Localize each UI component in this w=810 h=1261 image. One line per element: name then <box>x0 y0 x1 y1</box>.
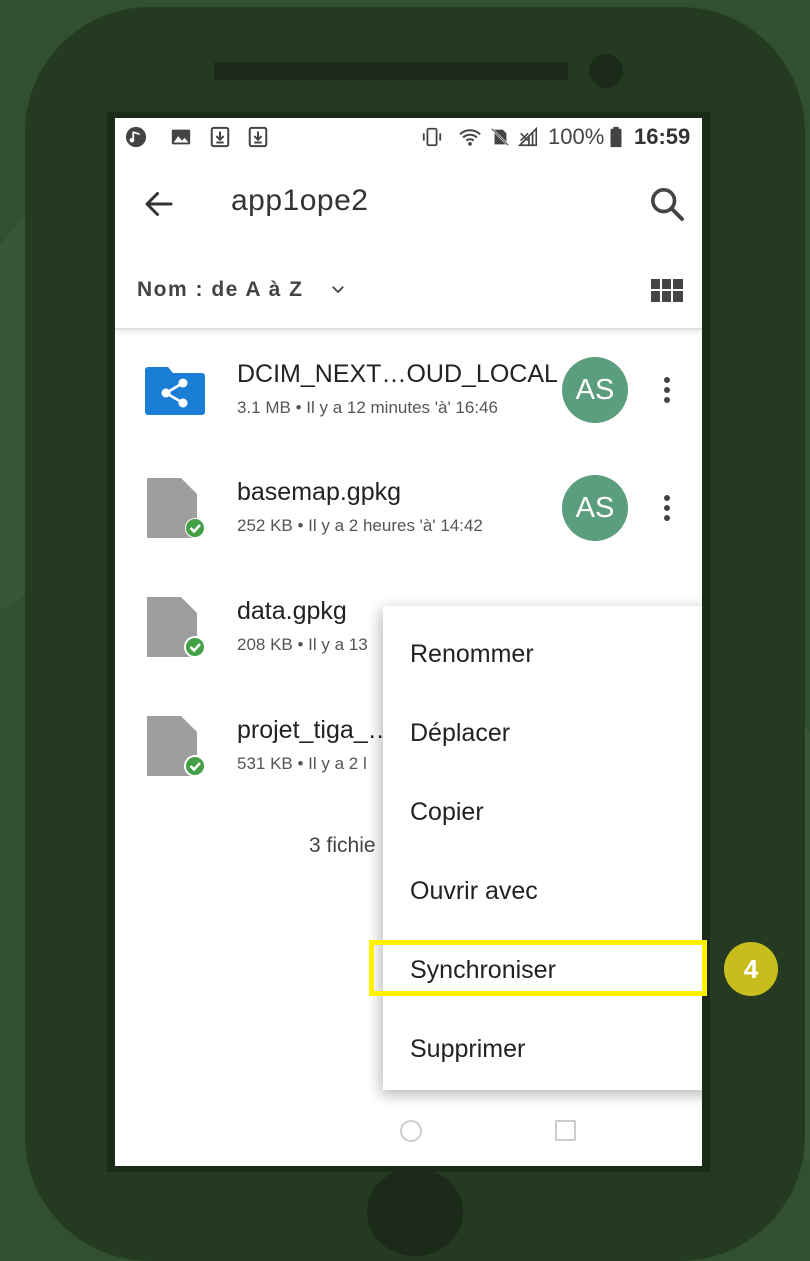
phone-home-button[interactable] <box>367 1168 463 1256</box>
menu-item-delete[interactable]: Supprimer <box>383 1013 702 1091</box>
file-name: DCIM_NEXT…OUD_LOCAL <box>237 360 558 388</box>
no-signal-icon <box>517 126 538 147</box>
file-meta: 531 KB • Il y a 2 l <box>237 754 367 773</box>
highlight-box <box>369 940 707 996</box>
arrow-left-icon[interactable] <box>141 186 177 222</box>
page-title: app1ope2 <box>231 184 369 217</box>
status-bar: 100% 16:59 <box>115 118 702 156</box>
file-name: projet_tiga_… <box>237 716 393 744</box>
chevron-down-icon[interactable] <box>329 280 347 298</box>
nav-recents-icon[interactable] <box>555 1120 576 1141</box>
battery-icon <box>610 126 622 148</box>
file-name: basemap.gpkg <box>237 478 402 506</box>
no-sim-icon <box>490 127 510 147</box>
music-app-icon <box>125 126 147 148</box>
avatar[interactable]: AS <box>562 357 628 423</box>
file-meta: 3.1 MB • Il y a 12 minutes 'à' 16:46 <box>237 398 498 417</box>
menu-item-label: Ouvrir avec <box>410 877 538 905</box>
file-synced-icon <box>147 478 205 538</box>
list-item[interactable]: basemap.gpkg 252 KB • Il y a 2 heures 'à… <box>115 454 702 572</box>
more-vertical-icon[interactable] <box>655 372 679 408</box>
phone-camera <box>589 54 623 88</box>
file-meta: 208 KB • Il y a 13 <box>237 635 368 654</box>
phone-speaker <box>214 62 568 80</box>
file-synced-icon <box>147 597 206 658</box>
file-count: 3 fichie <box>309 834 376 857</box>
menu-item-label: Copier <box>410 798 484 826</box>
sort-order-label[interactable]: Nom : de A à Z <box>137 278 303 302</box>
clock: 16:59 <box>634 124 691 149</box>
menu-item-copy[interactable]: Copier <box>383 776 702 854</box>
image-icon <box>171 129 191 145</box>
context-menu: Renommer Déplacer Copier Ouvrir avec Syn… <box>383 606 702 1090</box>
avatar[interactable]: AS <box>562 475 628 541</box>
menu-item-label: Déplacer <box>410 719 511 747</box>
vibrate-icon <box>422 127 442 147</box>
download-icon <box>248 126 268 148</box>
sort-divider <box>115 328 702 330</box>
menu-item-open-with[interactable]: Ouvrir avec <box>383 855 702 933</box>
download-icon <box>210 126 230 148</box>
menu-item-label: Renommer <box>410 640 534 668</box>
search-icon[interactable] <box>647 184 687 224</box>
menu-item-label: Supprimer <box>410 1035 526 1063</box>
menu-item-move[interactable]: Déplacer <box>383 697 702 775</box>
phone-screen: 100% 16:59 app1ope2 Nom : de A à Z DCIM_… <box>115 118 702 1166</box>
wifi-icon <box>459 129 481 146</box>
step-number-badge: 4 <box>724 942 778 996</box>
grid-view-icon[interactable] <box>651 279 683 303</box>
file-name: data.gpkg <box>237 597 347 625</box>
list-item[interactable]: DCIM_NEXT…OUD_LOCAL 3.1 MB • Il y a 12 m… <box>115 336 702 454</box>
shared-folder-icon <box>145 367 205 415</box>
nav-home-icon[interactable] <box>400 1120 422 1142</box>
more-vertical-icon[interactable] <box>655 490 679 526</box>
battery-percent: 100% <box>548 124 605 149</box>
file-synced-icon <box>147 716 206 777</box>
file-meta: 252 KB • Il y a 2 heures 'à' 14:42 <box>237 516 483 535</box>
menu-item-rename[interactable]: Renommer <box>383 618 702 696</box>
